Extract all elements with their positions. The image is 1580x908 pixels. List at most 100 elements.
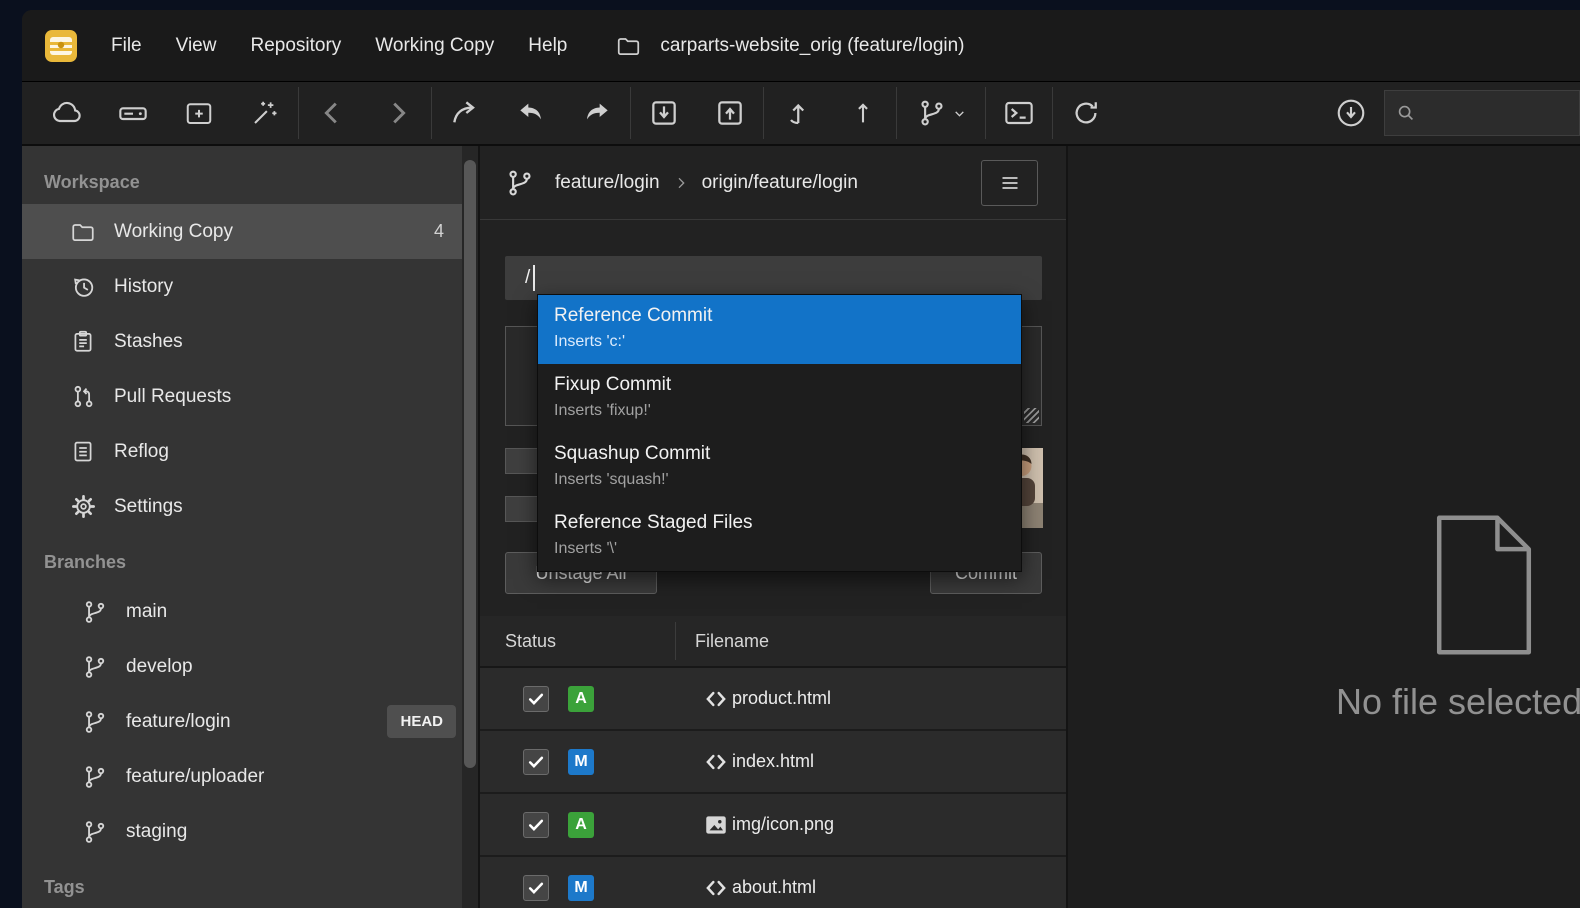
file-row[interactable]: A product.html (480, 668, 1066, 731)
sidebar-item-history[interactable]: History (22, 259, 462, 314)
sidebar-branch-feature-uploader[interactable]: feature/uploader (22, 749, 462, 804)
sidebar-item-working-copy[interactable]: Working Copy 4 (22, 204, 462, 259)
chevron-down-icon (953, 107, 966, 120)
file-name: img/icon.png (732, 814, 834, 835)
git-branch-icon (78, 764, 112, 790)
branch-label: staging (126, 821, 187, 843)
git-branch-icon (78, 654, 112, 680)
shelve-arrow-icon (782, 98, 812, 128)
autocomplete-item-reference-staged-files[interactable]: Reference Staged Files Inserts '\' (538, 502, 1021, 571)
file-row[interactable]: A img/icon.png (480, 794, 1066, 857)
git-branch-icon (78, 819, 112, 845)
autocomplete-item-subtitle: Inserts '\' (554, 540, 1005, 558)
sidebar-item-pull-requests[interactable]: Pull Requests (22, 369, 462, 424)
remote-button[interactable] (34, 85, 100, 141)
toolbar (22, 82, 1580, 146)
chevron-right-icon (383, 98, 413, 128)
checkout-button[interactable] (432, 85, 498, 141)
autocomplete-item-fixup-commit[interactable]: Fixup Commit Inserts 'fixup!' (538, 364, 1021, 433)
branch-label: feature/login (126, 711, 231, 733)
menu-working-copy[interactable]: Working Copy (358, 26, 511, 66)
commit-area: / Unstage All Commi (480, 220, 1066, 616)
menu-bar: File View Repository Working Copy Help c… (22, 10, 1580, 82)
tags-header: Tags (22, 865, 462, 908)
menu-view[interactable]: View (159, 26, 234, 66)
sidebar-item-reflog[interactable]: Reflog (22, 424, 462, 479)
search-box[interactable] (1384, 90, 1580, 136)
discard-button[interactable] (498, 85, 564, 141)
back-button[interactable] (299, 85, 365, 141)
code-file-icon (703, 875, 729, 901)
download-circle-icon (1335, 97, 1367, 129)
image-file-icon (703, 812, 729, 838)
autocomplete-item-reference-commit[interactable]: Reference Commit Inserts 'c:' (538, 295, 1021, 364)
window-title: carparts-website_orig (feature/login) (660, 35, 964, 57)
menu-help[interactable]: Help (511, 26, 584, 66)
terminal-button[interactable] (986, 85, 1052, 141)
reflog-icon (66, 438, 100, 465)
sidebar-scrollbar[interactable] (462, 146, 478, 908)
git-branch-icon (78, 709, 112, 735)
pull-button[interactable] (631, 85, 697, 141)
add-repo-button[interactable] (166, 85, 232, 141)
resize-grip-icon[interactable] (1024, 408, 1039, 423)
menu-repository[interactable]: Repository (233, 26, 358, 66)
curved-arrow-icon (449, 97, 481, 129)
clipboard-icon (66, 328, 100, 355)
redo-button[interactable] (564, 85, 630, 141)
push-box-icon (714, 97, 746, 129)
branch-label: develop (126, 656, 193, 678)
autocomplete-item-subtitle: Inserts 'c:' (554, 333, 1005, 351)
sidebar-item-settings[interactable]: Settings (22, 479, 462, 534)
file-checkbox[interactable] (523, 749, 549, 775)
branch-menu-button[interactable] (897, 85, 985, 141)
forward-button[interactable] (365, 85, 431, 141)
code-file-icon (703, 749, 729, 775)
sidebar-item-label: Stashes (114, 331, 183, 353)
file-checkbox[interactable] (523, 875, 549, 901)
sidebar-branch-develop[interactable]: develop (22, 639, 462, 694)
shelve-button[interactable] (764, 85, 830, 141)
sidebar-branch-feature-login[interactable]: feature/login HEAD (22, 694, 462, 749)
fetch-button[interactable] (830, 85, 896, 141)
terminal-icon (1003, 97, 1035, 129)
file-row[interactable]: M about.html (480, 857, 1066, 908)
app-logo-icon (44, 29, 78, 63)
sidebar-branch-main[interactable]: main (22, 584, 462, 639)
sidebar-item-label: History (114, 276, 173, 298)
menu-file[interactable]: File (94, 26, 159, 66)
git-branch-icon (917, 98, 947, 128)
create-button[interactable] (232, 85, 298, 141)
table-header: Status Filename (480, 616, 1066, 668)
sidebar-item-label: Working Copy (114, 221, 233, 243)
git-branch-icon (505, 166, 535, 200)
sidebar-item-stashes[interactable]: Stashes (22, 314, 462, 369)
sidebar-branch-staging[interactable]: staging (22, 804, 462, 859)
file-checkbox[interactable] (523, 686, 549, 712)
clone-button[interactable] (100, 85, 166, 141)
download-button[interactable] (1318, 85, 1384, 141)
code-file-icon (703, 686, 729, 712)
refresh-icon (1071, 98, 1101, 128)
branch-options-button[interactable] (981, 160, 1038, 206)
file-row[interactable]: M index.html (480, 731, 1066, 794)
branches-header: Branches (22, 540, 462, 584)
status-badge-modified: M (568, 875, 594, 901)
commit-option-checkbox[interactable] (505, 448, 539, 474)
refresh-button[interactable] (1053, 85, 1119, 141)
autocomplete-item-squashup-commit[interactable]: Squashup Commit Inserts 'squash!' (538, 433, 1021, 502)
branch-label: main (126, 601, 167, 623)
autocomplete-item-title: Fixup Commit (554, 374, 1005, 396)
search-input[interactable] (1426, 103, 1569, 123)
sidebar-item-label: Reflog (114, 441, 169, 463)
main-panel: feature/login origin/feature/login / (478, 146, 1068, 908)
status-badge-added: A (568, 686, 594, 712)
commit-option-checkbox[interactable] (505, 496, 539, 522)
status-badge-modified: M (568, 749, 594, 775)
commit-summary-text: / (525, 267, 530, 289)
push-button[interactable] (697, 85, 763, 141)
autocomplete-item-title: Squashup Commit (554, 443, 1005, 465)
redo-arrow-icon (581, 97, 613, 129)
file-checkbox[interactable] (523, 812, 549, 838)
scrollbar-thumb[interactable] (464, 160, 476, 768)
